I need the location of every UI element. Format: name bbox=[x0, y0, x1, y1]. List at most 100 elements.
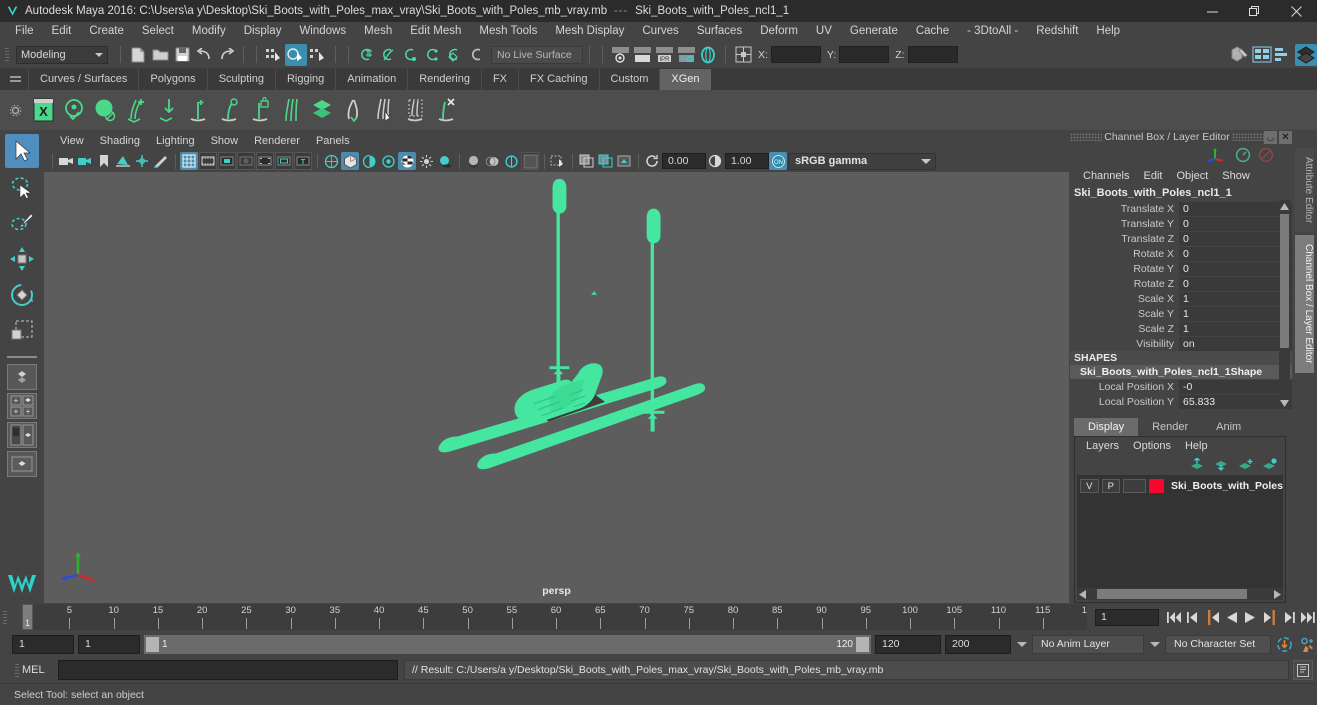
step-forward-keyframe-button[interactable] bbox=[1280, 608, 1297, 626]
grease-pencil-button[interactable] bbox=[152, 152, 170, 170]
use-default-lighting-button[interactable] bbox=[379, 152, 397, 170]
menu-deform[interactable]: Deform bbox=[751, 22, 807, 41]
object-menu[interactable]: Object bbox=[1169, 170, 1215, 182]
menu-surfaces[interactable]: Surfaces bbox=[688, 22, 751, 41]
channel-row-translate-z[interactable]: Translate Z 0 bbox=[1070, 231, 1292, 246]
auto-keyframe-button[interactable] bbox=[1276, 635, 1293, 653]
play-forwards-button[interactable] bbox=[1242, 608, 1259, 626]
undock-panel-button[interactable]: ◡ bbox=[1264, 130, 1277, 144]
open-scene-button[interactable] bbox=[149, 44, 171, 66]
snap-to-curve-button[interactable] bbox=[377, 44, 399, 66]
channel-value[interactable]: 0 bbox=[1179, 261, 1292, 276]
scrollbar-thumb[interactable] bbox=[1280, 214, 1289, 348]
xray-button[interactable] bbox=[577, 152, 595, 170]
command-language-label[interactable]: MEL bbox=[22, 664, 58, 676]
xgen-region-icon[interactable] bbox=[400, 93, 431, 127]
menu-help[interactable]: Help bbox=[1087, 22, 1129, 41]
two-pane-layout-button[interactable] bbox=[7, 422, 37, 448]
panel-drag-handle[interactable] bbox=[1070, 133, 1102, 141]
hypershade-button[interactable] bbox=[697, 44, 719, 66]
image-plane-button[interactable] bbox=[114, 152, 132, 170]
move-layer-up-icon[interactable] bbox=[1190, 457, 1205, 471]
step-forward-frame-button[interactable] bbox=[1261, 608, 1278, 626]
undo-button[interactable] bbox=[193, 44, 215, 66]
layer-visibility-toggle[interactable]: V bbox=[1080, 479, 1099, 493]
menu-cache[interactable]: Cache bbox=[907, 22, 958, 41]
layer-display-type-toggle[interactable] bbox=[1123, 479, 1147, 493]
snap-to-projected-center-button[interactable] bbox=[421, 44, 443, 66]
xray-active-components-button[interactable] bbox=[615, 152, 633, 170]
show-render-view-button[interactable] bbox=[609, 44, 631, 66]
input-y-field[interactable] bbox=[839, 46, 890, 63]
paint-select-tool[interactable] bbox=[5, 206, 39, 240]
shadows-button[interactable] bbox=[436, 152, 454, 170]
shape-node-name[interactable]: Ski_Boots_with_Poles_ncl1_1Shape bbox=[1070, 365, 1292, 379]
lasso-select-tool[interactable] bbox=[5, 170, 39, 204]
menu-modify[interactable]: Modify bbox=[183, 22, 235, 41]
channel-box-scrollbar[interactable] bbox=[1279, 200, 1290, 409]
xgen-density-icon[interactable] bbox=[307, 93, 338, 127]
view-transform-dropdown[interactable]: sRGB gamma bbox=[788, 152, 936, 170]
no-manipulator-icon[interactable] bbox=[1258, 147, 1274, 163]
color-management-toggle[interactable]: ON bbox=[769, 152, 787, 170]
add-selected-to-layer-icon[interactable] bbox=[1262, 457, 1277, 471]
anim-layer-selector[interactable]: No Anim Layer bbox=[1032, 634, 1144, 654]
channel-value[interactable]: 65.833 bbox=[1179, 394, 1292, 409]
show-modeling-toolkit-button[interactable] bbox=[1229, 44, 1251, 66]
exposure-field[interactable]: 0.00 bbox=[662, 153, 706, 169]
close-button[interactable] bbox=[1275, 0, 1317, 22]
channel-row-local-position-x[interactable]: Local Position X -0 bbox=[1070, 379, 1292, 394]
select-by-object-button[interactable] bbox=[285, 43, 307, 66]
toggle-safe-title-button[interactable]: T bbox=[294, 152, 312, 170]
show-attribute-editor-button[interactable] bbox=[1251, 44, 1273, 66]
viewport-menu-shading[interactable]: Shading bbox=[92, 132, 148, 150]
menu-3dtoall[interactable]: - 3DtoAll - bbox=[958, 22, 1027, 41]
show-channel-box-button[interactable] bbox=[1295, 43, 1317, 66]
minimize-button[interactable] bbox=[1191, 0, 1233, 22]
shelf-tab-rigging[interactable]: Rigging bbox=[274, 69, 336, 90]
menu-mesh-tools[interactable]: Mesh Tools bbox=[470, 22, 546, 41]
select-by-hierarchy-button[interactable] bbox=[263, 44, 285, 66]
channel-row-rotate-z[interactable]: Rotate Z 0 bbox=[1070, 276, 1292, 291]
snap-to-grid-button[interactable] bbox=[355, 44, 377, 66]
bookmark-button[interactable] bbox=[95, 152, 113, 170]
xgen-delete-guide-icon[interactable] bbox=[431, 93, 462, 127]
xgen-preview-icon[interactable] bbox=[90, 93, 121, 127]
channel-row-visibility[interactable]: Visibility on bbox=[1070, 336, 1292, 351]
layer-name-label[interactable]: Ski_Boots_with_Poles bbox=[1171, 480, 1283, 492]
viewport-menu-renderer[interactable]: Renderer bbox=[246, 132, 308, 150]
layer-row[interactable]: V P Ski_Boots_with_Poles bbox=[1077, 478, 1283, 494]
new-scene-button[interactable] bbox=[127, 44, 149, 66]
go-to-end-button[interactable] bbox=[1299, 608, 1316, 626]
move-layer-down-icon[interactable] bbox=[1214, 458, 1229, 471]
channel-row-local-position-y[interactable]: Local Position Y 65.833 bbox=[1070, 394, 1292, 409]
toggle-film-origin-button[interactable] bbox=[256, 152, 274, 170]
help-menu[interactable]: Help bbox=[1178, 440, 1215, 452]
motion-blur-button[interactable] bbox=[483, 152, 501, 170]
speed-gauge-icon[interactable] bbox=[1235, 147, 1251, 163]
menu-display[interactable]: Display bbox=[235, 22, 291, 41]
render-settings-button[interactable] bbox=[675, 44, 697, 66]
menu-mesh-display[interactable]: Mesh Display bbox=[546, 22, 633, 41]
smooth-shade-all-button[interactable] bbox=[341, 152, 359, 170]
wireframe-shading-button[interactable] bbox=[322, 152, 340, 170]
play-backwards-button[interactable] bbox=[1223, 608, 1240, 626]
channel-value[interactable]: 1 bbox=[1179, 306, 1292, 321]
select-tool[interactable] bbox=[5, 134, 39, 168]
layers-menu[interactable]: Layers bbox=[1079, 440, 1126, 452]
toggle-resolution-gate-button[interactable] bbox=[218, 152, 236, 170]
xray-joints-button[interactable] bbox=[596, 152, 614, 170]
input-x-field[interactable] bbox=[770, 46, 821, 63]
gamma-reset-button[interactable] bbox=[706, 152, 724, 170]
toggle-gate-mask-button[interactable] bbox=[237, 152, 255, 170]
scroll-down-arrow-icon[interactable] bbox=[1279, 397, 1290, 409]
menu-windows[interactable]: Windows bbox=[290, 22, 355, 41]
shelf-tab-polygons[interactable]: Polygons bbox=[138, 69, 207, 90]
move-tool[interactable] bbox=[5, 242, 39, 276]
step-back-frame-button[interactable] bbox=[1204, 608, 1221, 626]
edit-menu[interactable]: Edit bbox=[1136, 170, 1169, 182]
menu-edit-mesh[interactable]: Edit Mesh bbox=[401, 22, 470, 41]
close-panel-button[interactable]: ✕ bbox=[1279, 130, 1292, 144]
script-editor-button[interactable] bbox=[1293, 660, 1313, 680]
channel-row-scale-z[interactable]: Scale Z 1 bbox=[1070, 321, 1292, 336]
